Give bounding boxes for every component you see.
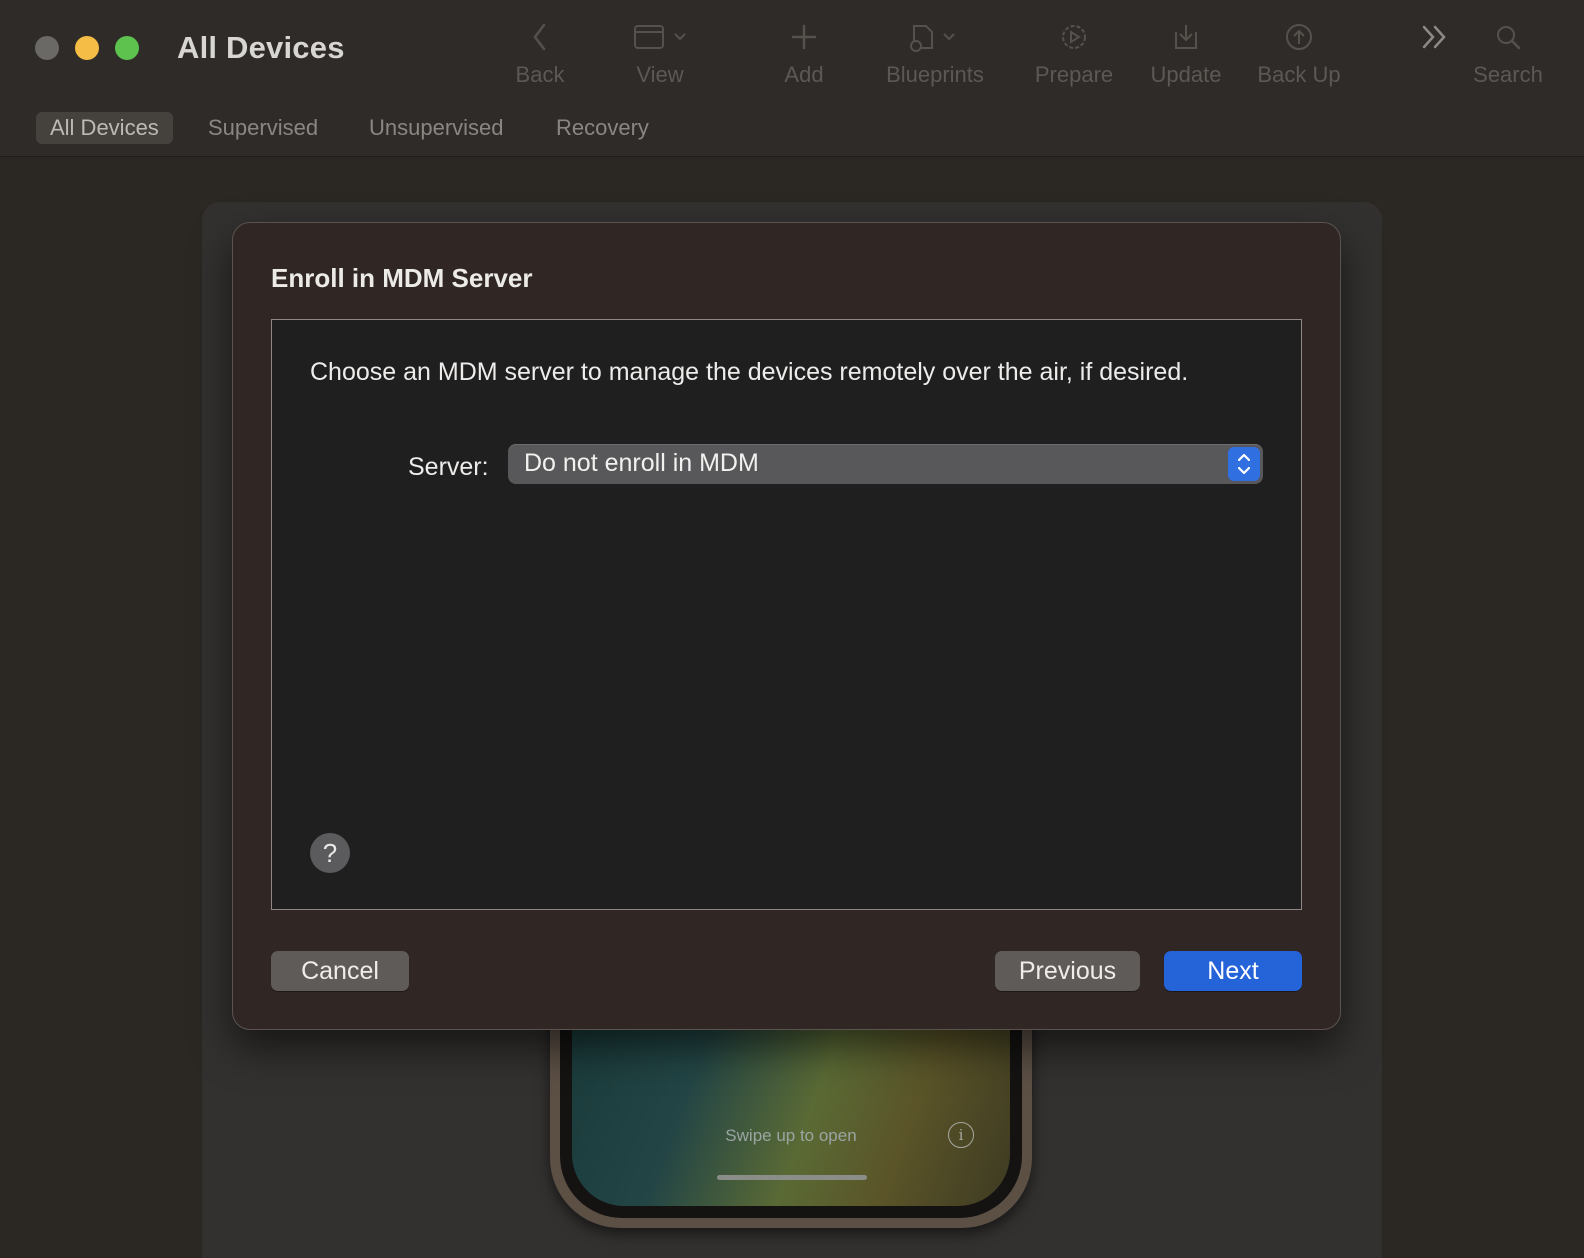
- toolbar-add-button[interactable]: Add: [774, 14, 834, 94]
- toolbar-prepare-label: Prepare: [1034, 62, 1114, 87]
- scope-bar: All Devices Supervised Unsupervised Reco…: [0, 100, 1584, 157]
- search-icon: [1464, 14, 1552, 58]
- help-button[interactable]: ?: [310, 833, 350, 873]
- window-title: All Devices: [177, 30, 345, 65]
- cancel-button[interactable]: Cancel: [271, 951, 409, 991]
- server-label: Server:: [408, 453, 489, 481]
- next-button[interactable]: Next: [1164, 951, 1302, 991]
- dialog-content-box: Choose an MDM server to manage the devic…: [271, 319, 1302, 910]
- toolbar-view-label: View: [636, 62, 684, 87]
- scope-supervised[interactable]: Supervised: [194, 112, 332, 144]
- toolbar-back-label: Back: [515, 62, 565, 87]
- popup-stepper: [1228, 447, 1260, 481]
- update-download-icon: [1144, 14, 1228, 58]
- close-window-button[interactable]: [35, 36, 59, 60]
- toolbar-search-label: Search: [1473, 62, 1543, 87]
- prepare-gear-icon: [1030, 14, 1118, 58]
- enroll-mdm-dialog: Enroll in MDM Server Choose an MDM serve…: [232, 222, 1341, 1030]
- toolbar-prepare-button[interactable]: Prepare: [1030, 14, 1118, 94]
- toolbar-overflow-button[interactable]: [1418, 20, 1452, 59]
- previous-button[interactable]: Previous: [995, 951, 1140, 991]
- swipe-up-text: Swipe up to open: [725, 1126, 857, 1145]
- info-icon: i: [948, 1122, 974, 1148]
- toolbar-backup-button[interactable]: Back Up: [1252, 14, 1346, 94]
- scope-recovery[interactable]: Recovery: [542, 112, 663, 144]
- home-indicator: [717, 1175, 867, 1180]
- toolbar-add-label: Add: [784, 62, 824, 87]
- dialog-title: Enroll in MDM Server: [271, 263, 533, 293]
- scope-unsupervised[interactable]: Unsupervised: [355, 112, 518, 144]
- window-view-icon: [620, 14, 700, 58]
- zoom-window-button[interactable]: [115, 36, 139, 60]
- scope-all-devices[interactable]: All Devices: [36, 112, 173, 144]
- toolbar-blueprints-label: Blueprints: [886, 62, 984, 87]
- blueprint-icon: [880, 14, 990, 58]
- toolbar-back-button[interactable]: Back: [508, 14, 572, 94]
- chevron-up-down-icon: [1237, 453, 1251, 475]
- plus-icon: [774, 14, 834, 58]
- double-chevron-right-icon: [1422, 25, 1446, 49]
- chevron-left-icon: [508, 14, 572, 58]
- title-bar: All Devices Back View Add Blueprints Pre…: [0, 0, 1584, 100]
- backup-arrow-icon: [1252, 14, 1346, 58]
- toolbar-view-button[interactable]: View: [620, 14, 700, 94]
- minimize-window-button[interactable]: [75, 36, 99, 60]
- toolbar-blueprints-button[interactable]: Blueprints: [880, 14, 990, 94]
- toolbar-backup-label: Back Up: [1257, 62, 1341, 87]
- server-popup-button[interactable]: Do not enroll in MDM: [508, 444, 1263, 484]
- dialog-description: Choose an MDM server to manage the devic…: [310, 358, 1189, 386]
- toolbar-update-label: Update: [1150, 62, 1222, 87]
- toolbar-search-button[interactable]: Search: [1464, 14, 1552, 94]
- toolbar-update-button[interactable]: Update: [1144, 14, 1228, 94]
- server-selected-value: Do not enroll in MDM: [524, 449, 759, 477]
